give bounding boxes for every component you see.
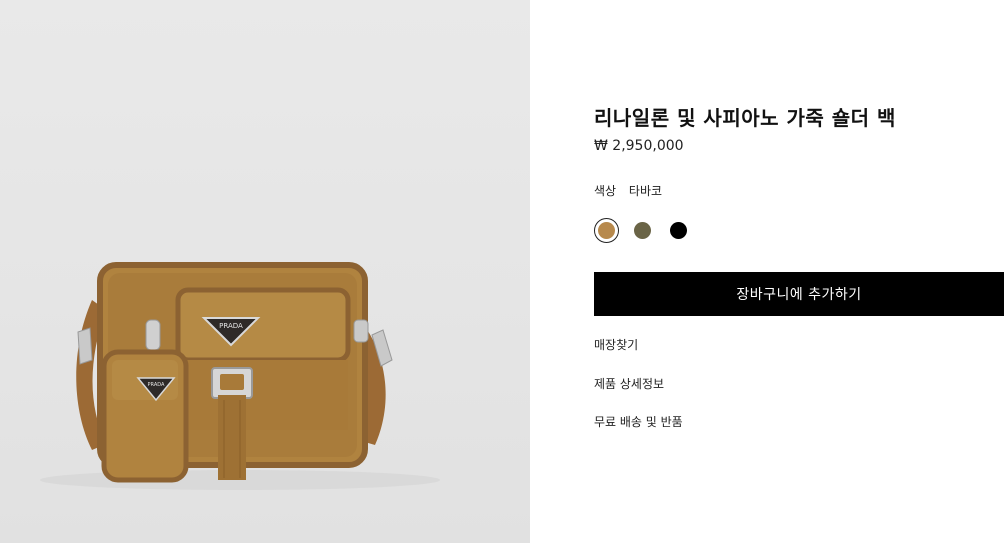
product-info-panel: 리나일론 및 사피아노 가죽 숄더 백 ₩ 2,950,000 색상 타바코 장…	[530, 0, 1004, 543]
swatch-olive[interactable]	[630, 218, 655, 243]
swatch-dot	[670, 222, 687, 239]
logo-text: PRADA	[219, 322, 243, 330]
color-value: 타바코	[628, 184, 663, 198]
swatch-black[interactable]	[666, 218, 691, 243]
pouch-logo-text: PRADA	[148, 382, 165, 388]
shipping-returns-link[interactable]: 무료 배송 및 반품	[594, 413, 683, 430]
store-finder-link[interactable]: 매장찾기	[594, 336, 638, 353]
bag-illustration: PRADA PRADA	[40, 262, 440, 490]
product-image: PRADA PRADA	[0, 0, 530, 543]
color-label: 색상	[594, 184, 617, 198]
product-details-link[interactable]: 제품 상세정보	[594, 375, 664, 392]
color-selection-label: 색상 타바코	[594, 182, 662, 199]
add-to-cart-button[interactable]: 장바구니에 추가하기	[594, 272, 1004, 316]
swatch-dot	[598, 222, 615, 239]
product-price: ₩ 2,950,000	[594, 138, 684, 154]
swatch-tabacco[interactable]	[594, 218, 619, 243]
color-swatches	[594, 218, 691, 243]
swatch-dot	[634, 222, 651, 239]
product-title: 리나일론 및 사피아노 가죽 숄더 백	[594, 106, 896, 130]
